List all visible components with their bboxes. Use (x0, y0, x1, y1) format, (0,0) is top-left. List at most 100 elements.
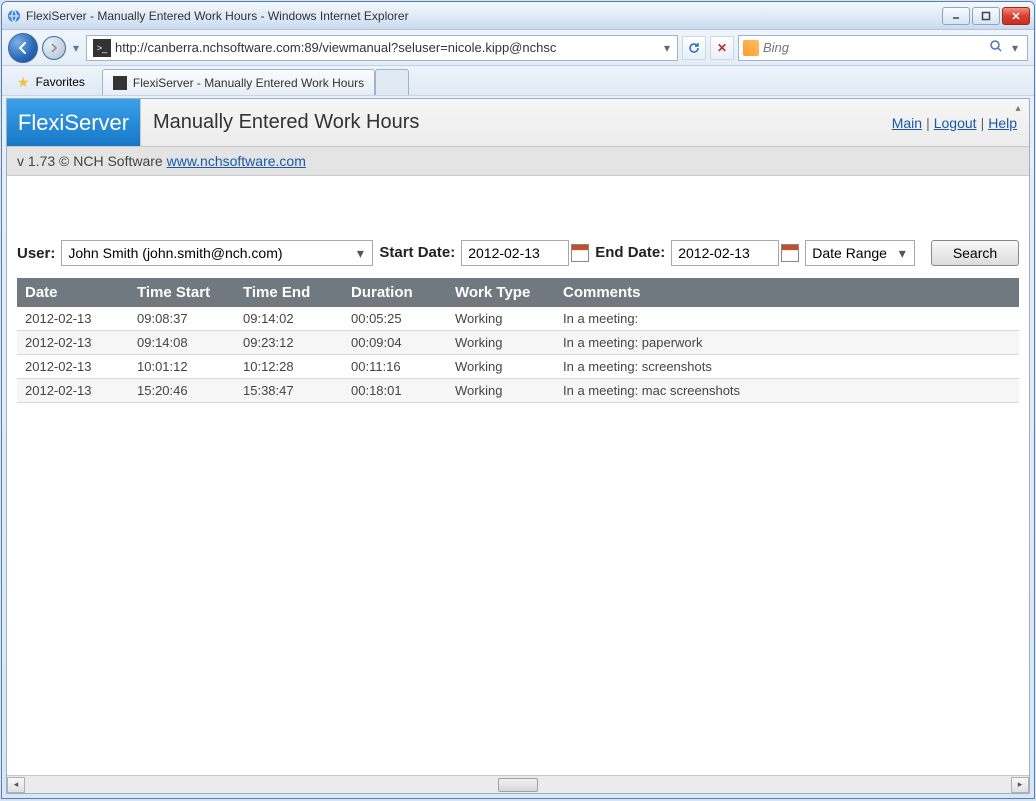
minimize-button[interactable] (942, 7, 970, 25)
col-comments: Comments (555, 278, 1019, 307)
table-row: 2012-02-1309:14:0809:23:1200:09:04Workin… (17, 331, 1019, 355)
col-time-end: Time End (235, 278, 343, 307)
scroll-left-button[interactable]: ◂ (7, 777, 25, 793)
table-cell: 2012-02-13 (17, 307, 129, 331)
ie-icon (6, 8, 22, 24)
end-date-wrap (671, 240, 799, 266)
address-dropdown-icon[interactable]: ▾ (659, 41, 675, 55)
table-header-row: DateTime StartTime EndDurationWork TypeC… (17, 278, 1019, 307)
table-cell: 00:09:04 (343, 331, 447, 355)
url-input[interactable] (115, 40, 659, 55)
work-hours-table: DateTime StartTime EndDurationWork TypeC… (17, 278, 1019, 403)
start-date-wrap (461, 240, 589, 266)
table-cell: 2012-02-13 (17, 355, 129, 379)
favorites-bar: ★ Favorites FlexiServer - Manually Enter… (2, 66, 1034, 96)
table-cell: Working (447, 379, 555, 403)
filter-row: User: John Smith (john.smith@nch.com) ▾ … (17, 240, 1019, 266)
search-icon[interactable] (985, 39, 1007, 56)
forward-button[interactable] (42, 36, 66, 60)
table-cell: In a meeting: screenshots (555, 355, 1019, 379)
table-cell: 00:18:01 (343, 379, 447, 403)
table-cell: 15:20:46 (129, 379, 235, 403)
maximize-button[interactable] (972, 7, 1000, 25)
table-cell: 00:05:25 (343, 307, 447, 331)
stop-button[interactable]: ✕ (710, 36, 734, 60)
horizontal-scrollbar: ◂ ▸ (7, 775, 1029, 793)
table-cell: 10:01:12 (129, 355, 235, 379)
star-icon: ★ (17, 74, 30, 91)
app-header: FlexiServer Manually Entered Work Hours … (7, 99, 1029, 147)
chevron-down-icon: ▾ (352, 245, 368, 262)
window-title: FlexiServer - Manually Entered Work Hour… (26, 9, 942, 23)
version-text: v 1.73 © NCH Software (17, 153, 167, 169)
table-cell: 15:38:47 (235, 379, 343, 403)
table-cell: 09:08:37 (129, 307, 235, 331)
page-title: Manually Entered Work Hours (141, 99, 892, 146)
scroll-thumb[interactable] (498, 778, 538, 792)
window-controls (942, 7, 1030, 25)
col-time-start: Time Start (129, 278, 235, 307)
table-cell: 09:14:08 (129, 331, 235, 355)
search-button[interactable]: Search (931, 240, 1019, 266)
user-value: John Smith (john.smith@nch.com) (68, 245, 282, 261)
app-logo: FlexiServer (7, 99, 141, 146)
refresh-button[interactable] (682, 36, 706, 60)
title-bar: FlexiServer - Manually Entered Work Hour… (2, 2, 1034, 30)
calendar-icon[interactable] (781, 244, 799, 262)
user-select[interactable]: John Smith (john.smith@nch.com) ▾ (61, 240, 373, 266)
table-row: 2012-02-1315:20:4615:38:4700:18:01Workin… (17, 379, 1019, 403)
table-cell: In a meeting: mac screenshots (555, 379, 1019, 403)
nav-bar: ▾ >_ ▾ ✕ ▾ (2, 30, 1034, 66)
address-bar[interactable]: >_ ▾ (86, 35, 678, 61)
start-date-input[interactable] (461, 240, 569, 266)
favorites-label: Favorites (36, 75, 85, 89)
bing-icon (743, 40, 759, 56)
table-cell: 09:23:12 (235, 331, 343, 355)
scroll-right-button[interactable]: ▸ (1011, 777, 1029, 793)
site-icon: >_ (93, 39, 111, 57)
scroll-track[interactable] (25, 778, 1011, 792)
table-cell: 10:12:28 (235, 355, 343, 379)
col-date: Date (17, 278, 129, 307)
calendar-icon[interactable] (571, 244, 589, 262)
end-date-input[interactable] (671, 240, 779, 266)
table-cell: 2012-02-13 (17, 331, 129, 355)
table-row: 2012-02-1309:08:3709:14:0200:05:25Workin… (17, 307, 1019, 331)
search-input[interactable] (763, 40, 985, 55)
tab-active[interactable]: FlexiServer - Manually Entered Work Hour… (102, 69, 375, 95)
version-link[interactable]: www.nchsoftware.com (167, 153, 306, 169)
table-body: 2012-02-1309:08:3709:14:0200:05:25Workin… (17, 307, 1019, 403)
end-date-label: End Date: (595, 245, 665, 262)
search-dropdown-icon[interactable]: ▾ (1007, 41, 1023, 55)
start-date-label: Start Date: (379, 245, 455, 262)
table-cell: Working (447, 307, 555, 331)
col-work-type: Work Type (447, 278, 555, 307)
new-tab-button[interactable] (375, 69, 409, 95)
table-cell: 2012-02-13 (17, 379, 129, 403)
user-label: User: (17, 245, 55, 262)
range-select[interactable]: Date Range ▾ (805, 240, 915, 266)
scroll-up-icon[interactable]: ▴ (1009, 99, 1027, 117)
link-main[interactable]: Main (892, 115, 922, 131)
back-button[interactable] (8, 33, 38, 63)
tab-site-icon (113, 76, 127, 90)
table-cell: Working (447, 355, 555, 379)
chevron-down-icon: ▾ (894, 245, 910, 262)
favorites-button[interactable]: ★ Favorites (6, 69, 96, 95)
table-row: 2012-02-1310:01:1210:12:2800:11:16Workin… (17, 355, 1019, 379)
table-cell: 09:14:02 (235, 307, 343, 331)
version-bar: v 1.73 © NCH Software www.nchsoftware.co… (7, 147, 1029, 176)
link-logout[interactable]: Logout (934, 115, 977, 131)
table-cell: 00:11:16 (343, 355, 447, 379)
col-duration: Duration (343, 278, 447, 307)
table-cell: In a meeting: (555, 307, 1019, 331)
window-frame: FlexiServer - Manually Entered Work Hour… (1, 1, 1035, 799)
page-content: ▴ FlexiServer Manually Entered Work Hour… (6, 98, 1030, 794)
close-button[interactable] (1002, 7, 1030, 25)
content-body: User: John Smith (john.smith@nch.com) ▾ … (7, 176, 1029, 793)
table-cell: In a meeting: paperwork (555, 331, 1019, 355)
search-box[interactable]: ▾ (738, 35, 1028, 61)
history-dropdown-icon[interactable]: ▾ (70, 42, 82, 54)
tab-strip: FlexiServer - Manually Entered Work Hour… (102, 69, 409, 95)
tab-label: FlexiServer - Manually Entered Work Hour… (133, 76, 364, 90)
